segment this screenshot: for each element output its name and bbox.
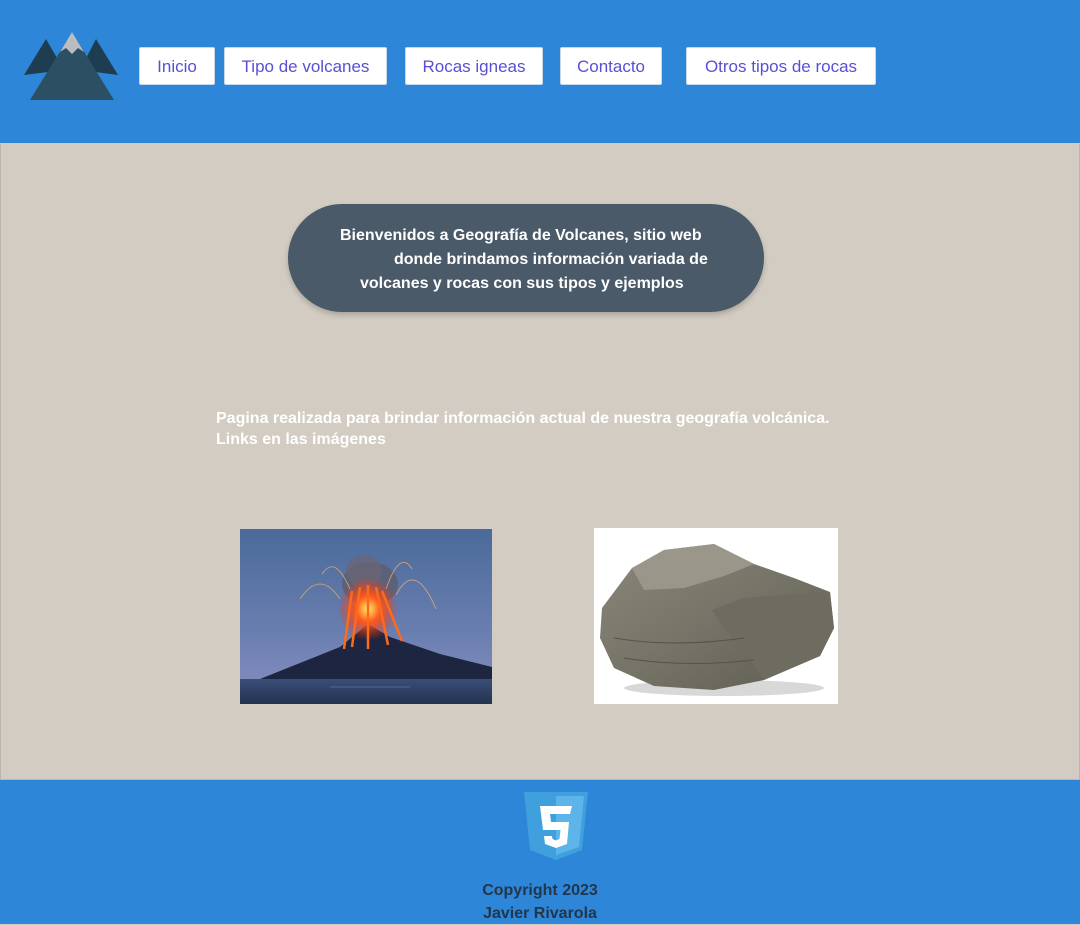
nav-contacto-button[interactable]: Contacto	[560, 47, 662, 85]
welcome-line-3: volcanes y rocas con sus tipos y ejemplo…	[360, 275, 684, 292]
nav-tipo-de-volcanes-button[interactable]: Tipo de volcanes	[224, 47, 387, 85]
intro-line-1: Pagina realizada para brindar informació…	[216, 410, 830, 427]
nav-inicio-button[interactable]: Inicio	[139, 47, 215, 85]
rock-image	[594, 528, 838, 704]
copyright-author: Javier Rivarola	[483, 905, 597, 922]
copyright-year: Copyright 2023	[482, 882, 598, 899]
welcome-line-2: donde brindamos información variada de	[394, 251, 708, 268]
rock-image-link[interactable]	[594, 528, 838, 704]
intro-line-2: Links en las imágenes	[216, 431, 386, 448]
volcano-image-link[interactable]	[240, 529, 492, 704]
site-footer: Copyright 2023 Javier Rivarola	[0, 780, 1080, 924]
welcome-banner: Bienvenidos a Geografía de Volcanes, sit…	[288, 204, 764, 312]
intro-text: Pagina realizada para brindar informació…	[216, 408, 916, 450]
welcome-line-1: Bienvenidos a Geografía de Volcanes, sit…	[340, 227, 702, 244]
site-header: Inicio Tipo de volcanes Rocas igneas Con…	[0, 0, 1080, 143]
css3-icon[interactable]	[524, 792, 588, 862]
volcano-image	[240, 529, 492, 704]
nav-rocas-igneas-button[interactable]: Rocas igneas	[405, 47, 543, 85]
mountain-logo-icon[interactable]	[24, 30, 120, 102]
copyright-text: Copyright 2023 Javier Rivarola	[0, 879, 1080, 925]
nav-otros-tipos-de-rocas-button[interactable]: Otros tipos de rocas	[686, 47, 876, 85]
